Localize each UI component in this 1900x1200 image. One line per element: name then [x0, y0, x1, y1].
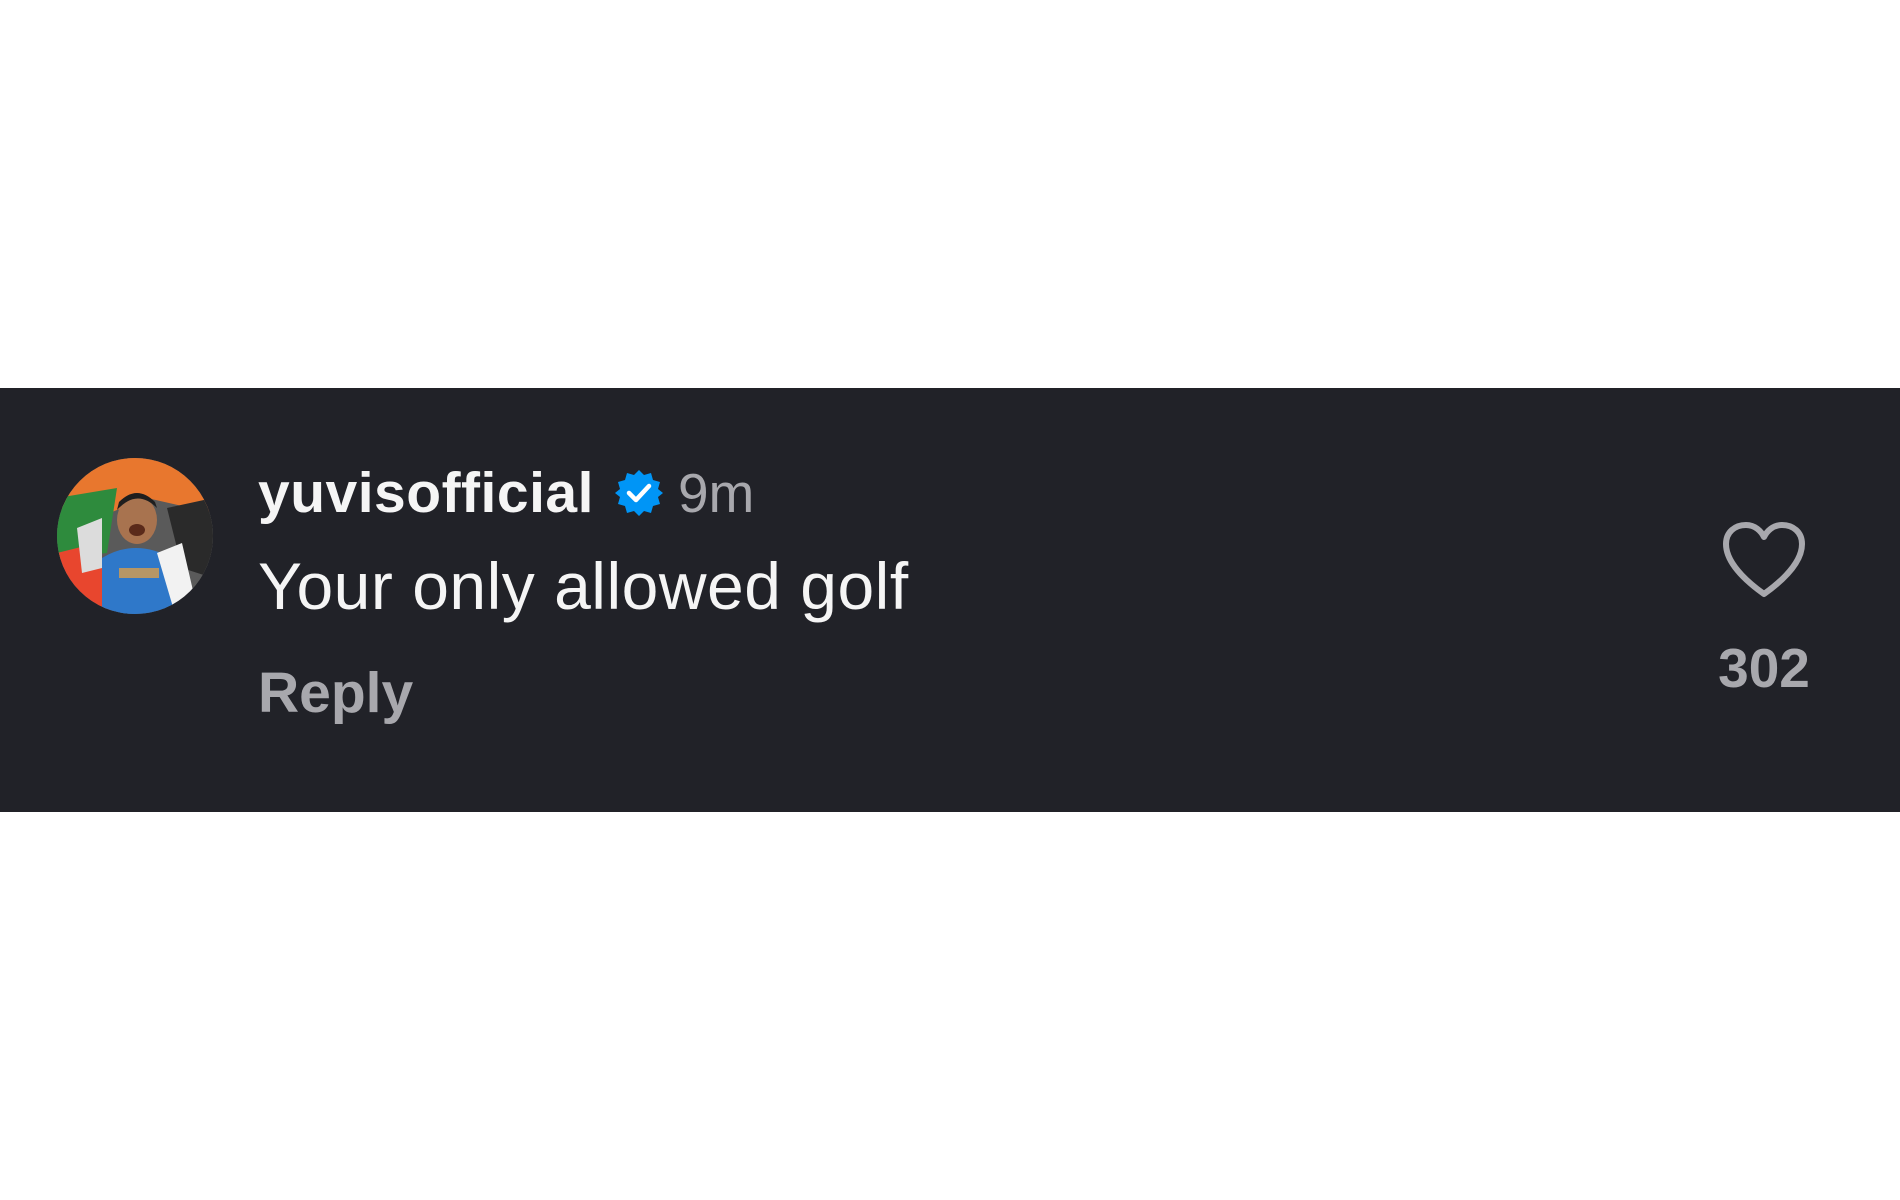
- avatar[interactable]: [57, 458, 213, 614]
- username-link[interactable]: yuvisofficial: [258, 460, 594, 526]
- like-count: 302: [1718, 637, 1810, 699]
- comment-text: Your only allowed golf: [258, 549, 909, 623]
- avatar-image: [57, 458, 213, 614]
- reply-button[interactable]: Reply: [258, 660, 413, 726]
- comment-timestamp: 9m: [677, 462, 755, 524]
- verified-badge-icon: [614, 468, 664, 518]
- comment-header: yuvisofficial 9m: [258, 458, 754, 528]
- heart-outline-icon[interactable]: [1720, 520, 1808, 600]
